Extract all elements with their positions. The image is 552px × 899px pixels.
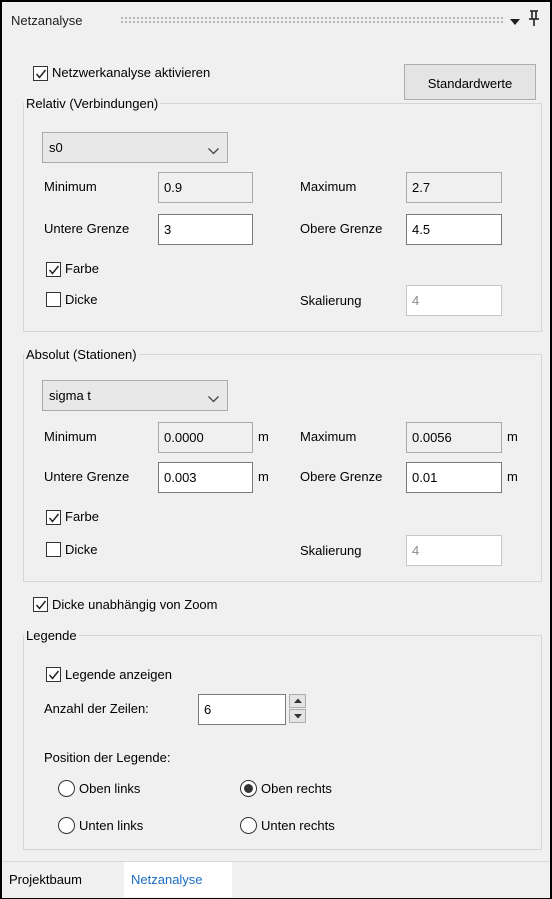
titlebar-grip[interactable]: [120, 16, 504, 25]
enable-network-analysis-label: Netzwerkanalyse aktivieren: [52, 65, 211, 80]
relativ-minimum-label: Minimum: [44, 179, 97, 194]
radio-bottom-left-label: Unten links: [79, 818, 144, 833]
show-legend-label: Legende anzeigen: [65, 667, 172, 682]
chevron-down-icon: [208, 143, 219, 158]
absolut-color-checkbox[interactable]: [46, 510, 61, 525]
absolut-upper-bound-unit: m: [507, 469, 518, 484]
relativ-lower-bound-label: Untere Grenze: [44, 221, 130, 236]
legend-rows-spinner: [289, 694, 306, 723]
absolut-minimum-field: 0.0000: [158, 422, 253, 453]
absolut-color-label: Farbe: [65, 509, 99, 524]
relativ-scale-input[interactable]: 4: [406, 285, 502, 316]
relativ-group-title: Relativ (Verbindungen): [24, 96, 161, 111]
relativ-color-checkbox[interactable]: [46, 262, 61, 277]
relativ-select[interactable]: s0: [42, 132, 228, 163]
relativ-lower-bound-input[interactable]: 3: [158, 214, 253, 245]
tab-netzanalyse[interactable]: Netzanalyse: [124, 862, 232, 897]
bottom-tab-bar: Projektbaum Netzanalyse: [2, 861, 550, 898]
relativ-minimum-field: 0.9: [158, 172, 253, 203]
relativ-scale-label: Skalierung: [300, 293, 362, 308]
radio-bottom-right-label: Unten rechts: [261, 818, 335, 833]
panel-titlebar: Netzanalyse: [2, 2, 550, 40]
legend-position-label: Position der Legende:: [44, 750, 171, 765]
absolut-maximum-label: Maximum: [300, 429, 357, 444]
spin-up-button[interactable]: [289, 694, 306, 708]
zoom-independent-checkbox[interactable]: [33, 597, 48, 612]
relativ-thickness-label: Dicke: [65, 292, 98, 307]
pin-icon[interactable]: [528, 9, 540, 30]
absolut-scale-label: Skalierung: [300, 543, 362, 558]
radio-bottom-right[interactable]: [240, 817, 257, 834]
radio-top-right-label: Oben rechts: [261, 781, 332, 796]
chevron-down-icon: [208, 391, 219, 406]
spin-down-button[interactable]: [289, 709, 306, 723]
absolut-lower-bound-label: Untere Grenze: [44, 469, 130, 484]
zoom-independent-label: Dicke unabhängig von Zoom: [52, 597, 218, 612]
relativ-upper-bound-label: Obere Grenze: [300, 221, 383, 236]
titlebar-controls: [510, 10, 550, 30]
legend-rows-input[interactable]: 6: [198, 694, 286, 725]
legend-group-title: Legende: [24, 628, 79, 643]
absolut-group-title: Absolut (Stationen): [24, 347, 139, 362]
radio-bottom-left[interactable]: [58, 817, 75, 834]
absolut-thickness-checkbox[interactable]: [46, 542, 61, 557]
dropdown-triangle-icon[interactable]: [510, 14, 520, 29]
relativ-maximum-field: 2.7: [406, 172, 502, 203]
absolut-select[interactable]: sigma t: [42, 380, 228, 411]
absolut-minimum-unit: m: [258, 429, 269, 444]
absolut-maximum-unit: m: [507, 429, 518, 444]
tab-projektbaum[interactable]: Projektbaum: [2, 862, 122, 897]
absolut-thickness-label: Dicke: [65, 542, 98, 557]
absolut-scale-input[interactable]: 4: [406, 535, 502, 566]
show-legend-checkbox[interactable]: [46, 667, 61, 682]
absolut-minimum-label: Minimum: [44, 429, 97, 444]
legend-rows-label: Anzahl der Zeilen:: [44, 701, 149, 716]
enable-network-analysis-checkbox[interactable]: [33, 66, 48, 81]
absolut-lower-bound-unit: m: [258, 469, 269, 484]
relativ-upper-bound-input[interactable]: 4.5: [406, 214, 502, 245]
relativ-maximum-label: Maximum: [300, 179, 357, 194]
absolut-upper-bound-label: Obere Grenze: [300, 469, 383, 484]
radio-top-left[interactable]: [58, 780, 75, 797]
absolut-upper-bound-input[interactable]: 0.01: [406, 462, 502, 493]
relativ-thickness-checkbox[interactable]: [46, 292, 61, 307]
panel-title: Netzanalyse: [11, 13, 83, 28]
relativ-color-label: Farbe: [65, 261, 99, 276]
absolut-maximum-field: 0.0056: [406, 422, 502, 453]
defaults-button[interactable]: Standardwerte: [404, 64, 536, 100]
netzanalyse-panel: Netzanalyse Netzwerkanalyse aktivieren S…: [0, 0, 552, 899]
radio-top-left-label: Oben links: [79, 781, 141, 796]
radio-top-right[interactable]: [240, 780, 257, 797]
absolut-lower-bound-input[interactable]: 0.003: [158, 462, 253, 493]
